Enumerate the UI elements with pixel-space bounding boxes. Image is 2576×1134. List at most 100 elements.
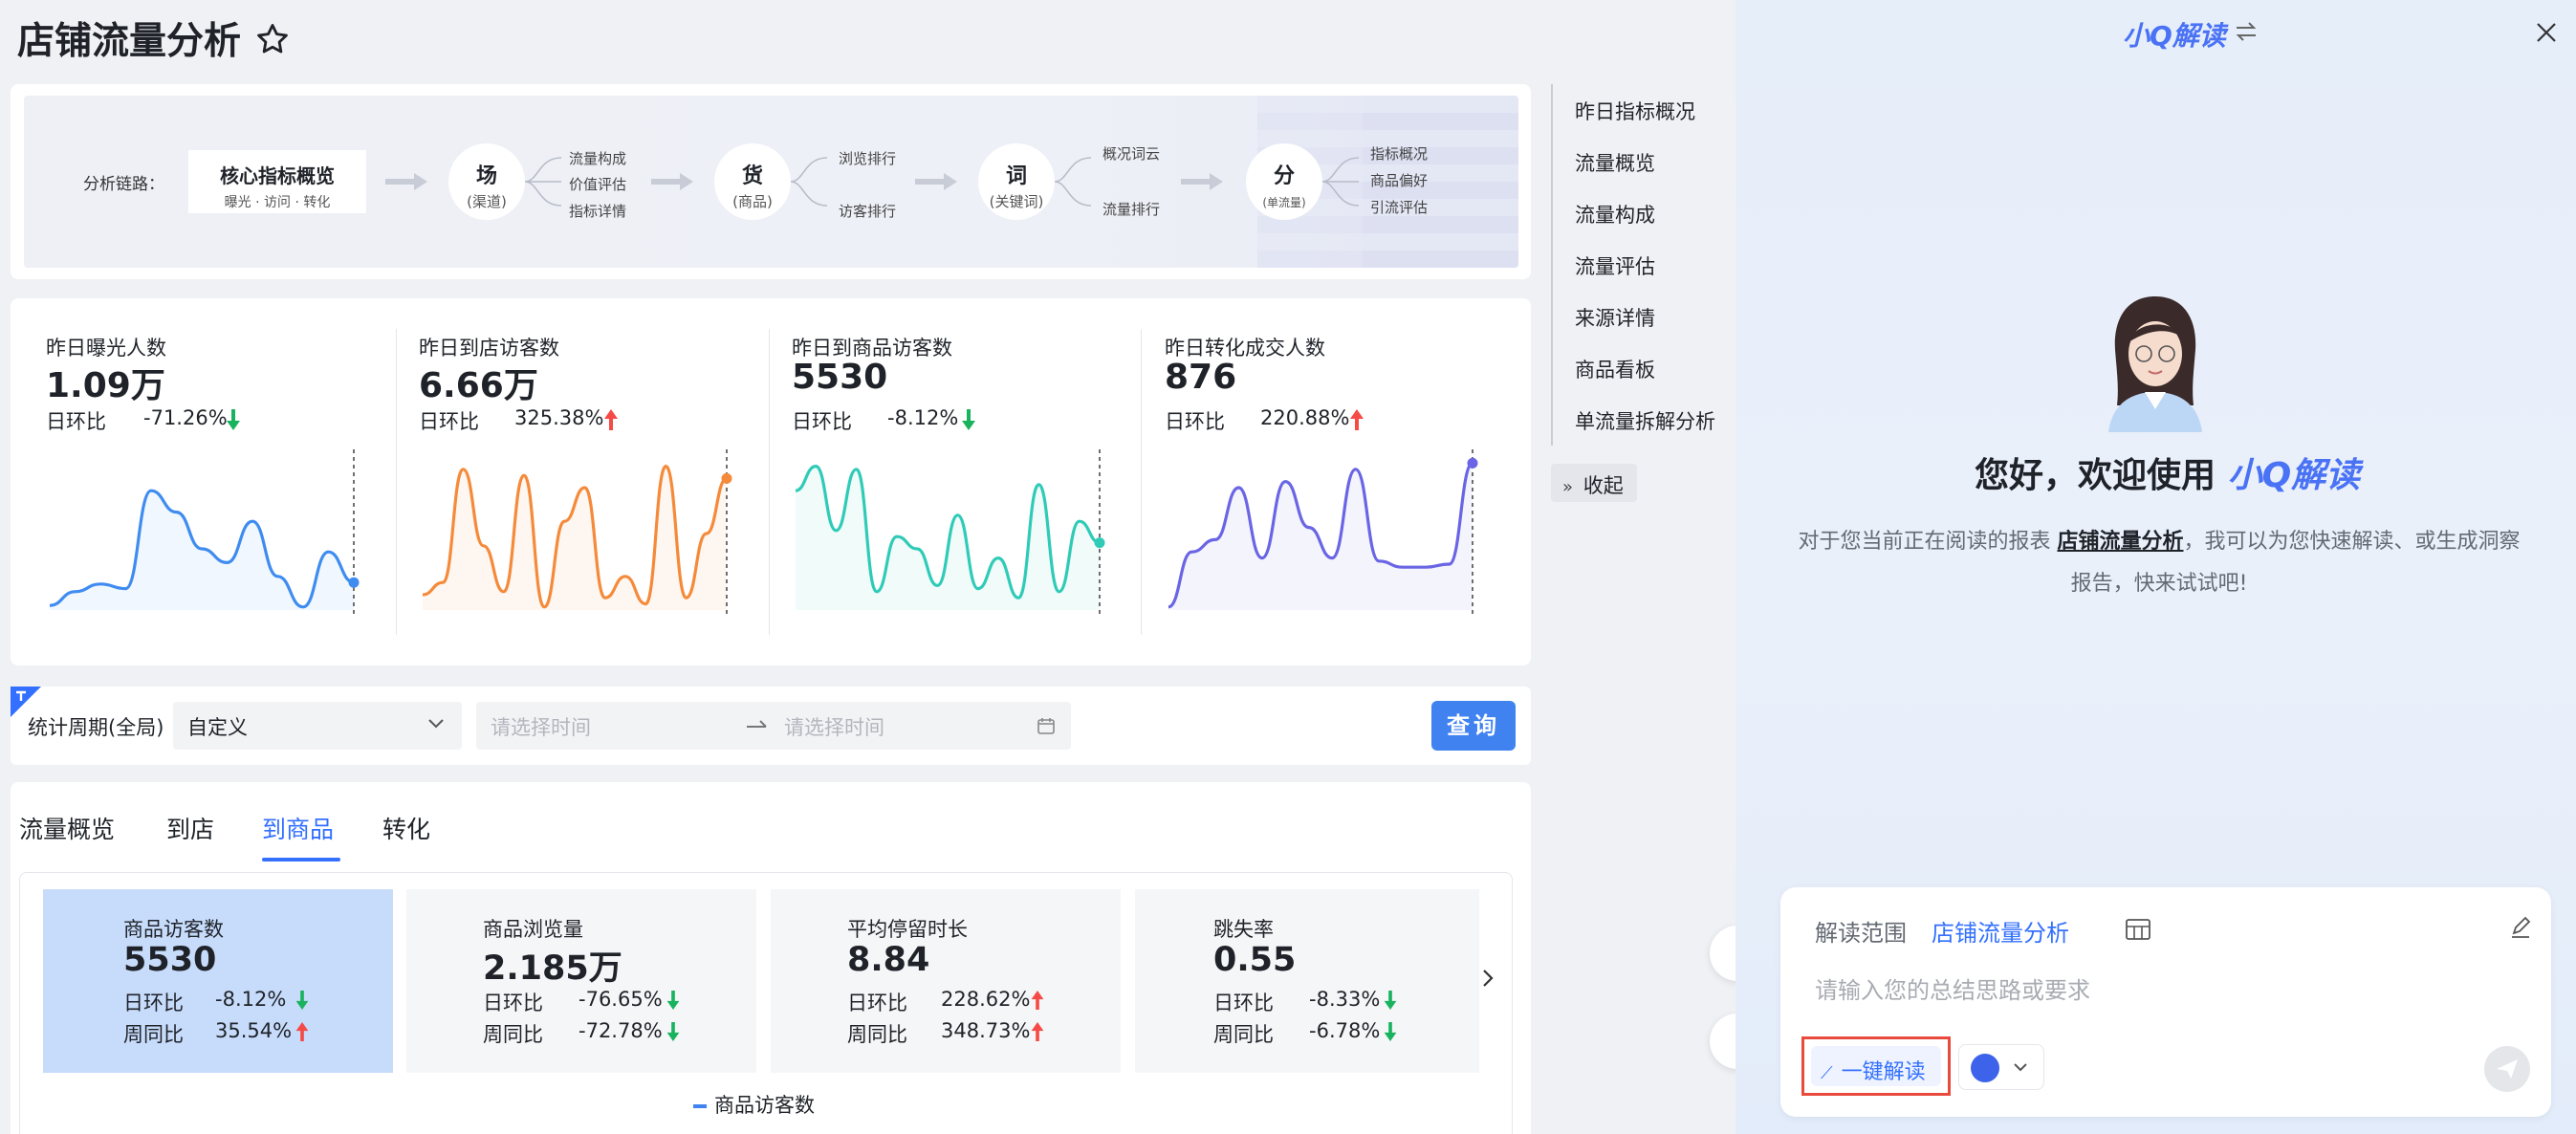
chain-core-title: 核心指标概览 — [220, 164, 335, 187]
arrow-up-icon — [1031, 1022, 1044, 1041]
chain-sub-item[interactable]: 访客排行 — [839, 201, 896, 221]
chat-composer: 解读范围 店铺流量分析 请输入您的总结思路或要求 ⟋ 一键解读 — [1780, 887, 2551, 1117]
welcome-heading: 您好，欢迎使用 小Q解读 — [1975, 447, 2360, 497]
chain-node-single[interactable]: 分 (单流量) — [1246, 143, 1322, 220]
toc-item[interactable]: 商品看板 — [1575, 355, 1655, 383]
sparkline-goods-visitors — [795, 449, 1105, 618]
toc-item[interactable]: 流量评估 — [1575, 251, 1655, 280]
chain-sub-item[interactable]: 浏览排行 — [839, 148, 896, 168]
toc-rail — [1551, 84, 1553, 446]
favorite-star-icon[interactable] — [254, 21, 291, 57]
kpi-row-value: -72.78% — [579, 1019, 663, 1042]
metric-divider — [1141, 329, 1142, 635]
arrow-down-icon — [962, 409, 975, 430]
chain-sub-item[interactable]: 流量构成 — [569, 148, 626, 168]
chain-sub-item[interactable]: 流量排行 — [1102, 199, 1160, 219]
toc-item[interactable]: 来源详情 — [1575, 303, 1655, 332]
chain-node-title: 货 — [741, 164, 763, 188]
metric-ratio-label: 日环比 — [419, 410, 479, 433]
model-select[interactable] — [1958, 1044, 2044, 1090]
tab-traffic-overview[interactable]: 流量概览 — [19, 811, 115, 845]
tab-to-goods[interactable]: 到商品 — [262, 811, 334, 845]
chain-arrow-icon — [385, 173, 427, 190]
kpi-goods-pageviews[interactable]: 商品浏览量 2.185万 日环比 -76.65% 周同比 -72.78% — [406, 889, 756, 1073]
chain-node-sub: (商品) — [732, 193, 773, 210]
chain-node-title: 场 — [475, 164, 497, 188]
kpi-row-value: -8.12% — [215, 988, 287, 1011]
toc-item[interactable]: 昨日指标概况 — [1575, 97, 1695, 125]
chain-sub-item[interactable]: 价值评估 — [569, 174, 626, 194]
metric-value: 1.09万 — [46, 366, 165, 405]
chain-sub-item[interactable]: 概况词云 — [1102, 143, 1160, 164]
sparkline-end-point — [1094, 537, 1105, 549]
arrow-up-icon — [1350, 409, 1364, 430]
report-link[interactable]: 店铺流量分析 — [2057, 530, 2183, 554]
metric-value: 6.66万 — [419, 366, 538, 405]
kpi-goods-visitors[interactable]: 商品访客数 5530 日环比 -8.12% 周同比 35.54% — [43, 889, 393, 1073]
edit-icon[interactable] — [2508, 916, 2533, 941]
oneclick-button[interactable]: ⟋ 一键解读 — [1811, 1046, 1941, 1086]
chain-node-channel[interactable]: 场 (渠道) — [448, 143, 525, 220]
chain-node-keyword[interactable]: 词 (关键词) — [978, 143, 1055, 220]
kpi-row-value: 35.54% — [215, 1019, 293, 1042]
metric-value: 5530 — [792, 358, 888, 397]
period-select-value: 自定义 — [187, 716, 248, 739]
kpi-value: 2.185万 — [483, 949, 622, 988]
arrow-down-icon — [666, 991, 680, 1010]
period-select[interactable]: 自定义 — [173, 702, 462, 750]
chain-sub-item[interactable]: 商品偏好 — [1370, 170, 1428, 190]
kpi-bounce-rate[interactable]: 跳失率 0.55 日环比 -8.33% 周同比 -6.78% — [1135, 889, 1479, 1073]
toc-item[interactable]: 流量构成 — [1575, 200, 1655, 229]
chain-arrow-icon — [1181, 173, 1223, 190]
welcome-description: 对于您当前正在阅读的报表 店铺流量分析，我可以为您快速解读、或生成洞察 报告，快… — [1772, 521, 2546, 605]
kpi-row-label: 周同比 — [123, 1023, 184, 1046]
arrow-down-icon — [1384, 1022, 1397, 1041]
chain-node-sub: (关键词) — [989, 193, 1044, 210]
chevron-right-icon[interactable] — [1480, 966, 1495, 991]
magic-wand-icon: ⟋ — [1821, 1063, 1833, 1083]
chain-sub-item[interactable]: 指标详情 — [569, 201, 626, 221]
end-date-input[interactable]: 请选择时间 — [784, 712, 884, 741]
tab-to-store[interactable]: 到店 — [166, 811, 214, 845]
analysis-chain: 分析链路： 核心指标概览 曝光 · 访问 · 转化 场 (渠道) 流量构成 价值… — [24, 96, 1518, 268]
switch-icon[interactable] — [2235, 21, 2258, 42]
close-icon[interactable] — [2535, 21, 2558, 44]
chain-node-title: 词 — [1005, 164, 1027, 188]
send-button[interactable] — [2484, 1046, 2530, 1092]
chain-arrow-icon — [915, 173, 957, 190]
scope-value[interactable]: 店铺流量分析 — [1932, 914, 2069, 948]
toc-item[interactable]: 单流量拆解分析 — [1575, 406, 1715, 435]
sparkline-area — [796, 466, 1100, 610]
arrow-down-icon — [1384, 991, 1397, 1010]
arrow-down-icon — [295, 991, 309, 1010]
kpi-row-label: 周同比 — [1213, 1023, 1274, 1046]
chain-sub-item[interactable]: 引流评估 — [1370, 197, 1428, 217]
table-icon[interactable] — [2125, 918, 2151, 941]
welcome-prefix: 您好，欢迎使用 — [1975, 456, 2216, 495]
toc-collapse-button[interactable]: » 收起 — [1551, 464, 1637, 502]
chain-sub-item[interactable]: 指标概况 — [1370, 143, 1428, 164]
kpi-avg-stay[interactable]: 平均停留时长 8.84 日环比 228.62% 周同比 348.73% — [771, 889, 1121, 1073]
chain-bracket-icon — [525, 157, 562, 207]
kpi-row-label: 日环比 — [847, 992, 907, 1014]
tab-conversion[interactable]: 转化 — [382, 811, 430, 845]
kpi-row-label: 日环比 — [483, 992, 543, 1014]
chain-node-title: 分 — [1273, 164, 1295, 188]
kpi-value: 8.84 — [847, 941, 930, 979]
query-button[interactable]: 查询 — [1431, 701, 1516, 751]
metric-ratio-label: 日环比 — [46, 410, 106, 433]
summary-input[interactable]: 请输入您的总结思路或要求 — [1815, 971, 2090, 1005]
chain-arrow-icon — [651, 173, 693, 190]
chain-bracket-icon — [791, 157, 828, 207]
arrow-up-icon — [1031, 991, 1044, 1010]
chain-core-box[interactable]: 核心指标概览 曝光 · 访问 · 转化 — [188, 150, 366, 213]
sparkline-exposure — [49, 449, 360, 618]
chain-node-goods[interactable]: 货 (商品) — [714, 143, 791, 220]
start-date-input[interactable]: 请选择时间 — [491, 712, 591, 741]
sparkline-conversion — [1168, 449, 1478, 618]
metric-ratio-label: 日环比 — [1165, 410, 1225, 433]
chain-core-sub: 曝光 · 访问 · 转化 — [224, 195, 331, 210]
date-range-picker[interactable]: 请选择时间 请选择时间 — [476, 702, 1071, 750]
legend-label: 商品访客数 — [714, 1094, 815, 1117]
toc-item[interactable]: 流量概览 — [1575, 148, 1655, 177]
